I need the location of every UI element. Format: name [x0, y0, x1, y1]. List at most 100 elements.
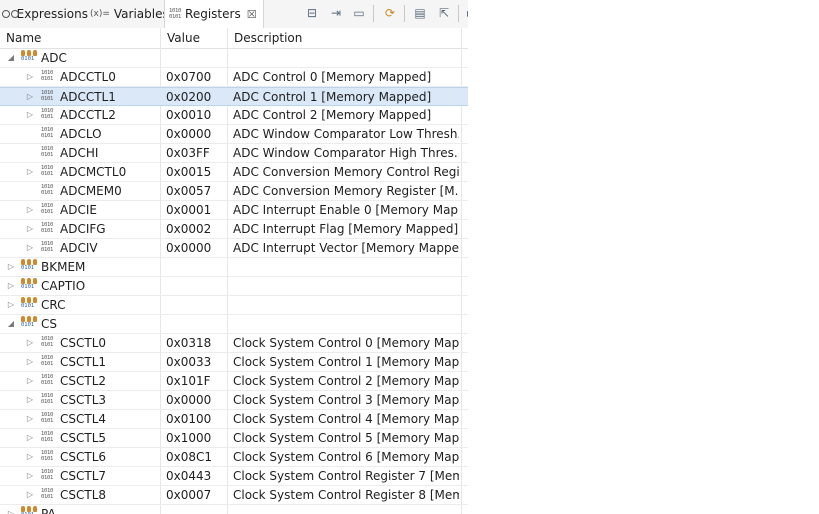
register-value[interactable]: 0x101F [166, 372, 224, 390]
register-description: Clock System Control 4 [Memory Map... [233, 412, 459, 426]
tree-register-row[interactable]: ▷ 1010 0101 CSCTL4 0x0100 Clock System Contro… [0, 410, 468, 429]
tree-group-row[interactable]: ▷ 0101 BKMEM [0, 258, 468, 277]
register-value[interactable] [166, 258, 224, 276]
register-value[interactable]: 0x08C1 [166, 448, 224, 466]
tree-register-row[interactable]: ▷ 1010 0101 ADCCTL1 0x0200 ADC Control 1 [Mem… [0, 87, 468, 106]
register-icon: 1010 0101 [40, 203, 54, 215]
collapse-all-icon[interactable]: ⊟ [304, 5, 320, 21]
toolbar-separator [373, 5, 374, 22]
register-value[interactable]: 0x0000 [166, 391, 224, 409]
tree-group-row[interactable]: ▷ 0101 CRC [0, 296, 468, 315]
tree-group-row[interactable]: ▷ 0101 PA [0, 505, 468, 514]
link-icon[interactable]: ⇥ [328, 5, 344, 21]
register-name: ADCIE [60, 203, 97, 217]
collapsed-twisty-icon[interactable]: ▷ [25, 242, 35, 254]
tree-register-row[interactable]: 1010 0101 ADCLO 0x0000 ADC Window Comparator… [0, 125, 468, 144]
tree-register-row[interactable]: ▷ 1010 0101 ADCCTL0 0x0700 ADC Control 0 [Mem… [0, 68, 468, 87]
register-value[interactable]: 0x0100 [166, 410, 224, 428]
register-value[interactable]: 0x0033 [166, 353, 224, 371]
register-value[interactable]: 0x0700 [166, 68, 224, 86]
tab-registers[interactable]: 1010 0101 Registers ☒ [164, 0, 264, 28]
collapsed-twisty-icon[interactable]: ▷ [6, 299, 16, 311]
register-description: ADC Interrupt Vector [Memory Mappe... [233, 241, 459, 255]
register-value[interactable]: 0x0057 [166, 182, 224, 200]
tree-register-row[interactable]: ▷ 1010 0101 CSCTL1 0x0033 Clock System Contro… [0, 353, 468, 372]
tab-variables[interactable]: (x)= Variables [90, 0, 169, 28]
register-value[interactable]: 0x0007 [166, 486, 224, 504]
tree-group-row[interactable]: ◢ 0101 CS [0, 315, 468, 334]
register-value[interactable]: 0x03FF [166, 144, 224, 162]
collapsed-twisty-icon[interactable]: ▷ [25, 470, 35, 482]
register-value[interactable]: 0x1000 [166, 429, 224, 447]
more-icon[interactable]: ▸ [462, 5, 468, 21]
tree-register-row[interactable]: ▷ 1010 0101 CSCTL0 0x0318 Clock System Contro… [0, 334, 468, 353]
register-value[interactable]: 0x0000 [166, 125, 224, 143]
register-description [233, 277, 459, 295]
minimize-icon[interactable]: ▭ [351, 5, 367, 21]
new-group-icon[interactable]: ▤ [412, 5, 428, 21]
tab-expressions[interactable]: Expressions [2, 0, 88, 28]
column-value[interactable]: Value [161, 28, 228, 48]
column-name[interactable]: Name [0, 28, 161, 48]
collapsed-twisty-icon[interactable]: ▷ [25, 375, 35, 387]
register-value[interactable]: 0x0010 [166, 106, 224, 124]
register-value[interactable] [166, 505, 224, 514]
tree-group-row[interactable]: ▷ 0101 CAPTIO [0, 277, 468, 296]
refresh-icon[interactable]: ⟳ [382, 5, 398, 21]
register-value[interactable] [166, 296, 224, 314]
register-value[interactable] [166, 49, 224, 67]
tree-register-row[interactable]: ▷ 1010 0101 ADCIE 0x0001 ADC Interrupt Enable… [0, 201, 468, 220]
export-icon[interactable]: ⇱ [436, 5, 452, 21]
register-value[interactable]: 0x0001 [166, 201, 224, 219]
register-value[interactable]: 0x0200 [166, 88, 224, 106]
tab-bar: Expressions (x)= Variables 1010 0101 Regi… [0, 0, 468, 29]
collapsed-twisty-icon[interactable]: ▷ [25, 109, 35, 121]
register-icon: 1010 0101 [40, 108, 54, 120]
collapsed-twisty-icon[interactable]: ▷ [6, 508, 16, 514]
register-description [233, 505, 459, 514]
register-value[interactable]: 0x0318 [166, 334, 224, 352]
register-value[interactable] [166, 315, 224, 333]
register-description: ADC Control 0 [Memory Mapped] [233, 70, 432, 84]
collapsed-twisty-icon[interactable]: ▷ [25, 337, 35, 349]
collapsed-twisty-icon[interactable]: ▷ [25, 413, 35, 425]
register-description: ADC Interrupt Flag [Memory Mapped] [233, 222, 459, 236]
tree-register-row[interactable]: ▷ 1010 0101 CSCTL2 0x101F Clock System Contro… [0, 372, 468, 391]
tree-register-row[interactable]: ▷ 1010 0101 ADCIFG 0x0002 ADC Interrupt Flag … [0, 220, 468, 239]
tree-register-row[interactable]: ▷ 1010 0101 ADCIV 0x0000 ADC Interrupt Vector… [0, 239, 468, 258]
collapsed-twisty-icon[interactable]: ▷ [25, 204, 35, 216]
tree-register-row[interactable]: ▷ 1010 0101 ADCMCTL0 0x0015 ADC Conversion Me… [0, 163, 468, 182]
register-value[interactable]: 0x0015 [166, 163, 224, 181]
collapsed-twisty-icon[interactable]: ▷ [25, 71, 35, 83]
register-name: CSCTL3 [60, 393, 107, 407]
expanded-twisty-icon[interactable]: ◢ [6, 52, 16, 64]
collapsed-twisty-icon[interactable]: ▷ [25, 432, 35, 444]
tree-register-row[interactable]: ▷ 1010 0101 CSCTL3 0x0000 Clock System Contro… [0, 391, 468, 410]
toolbar-separator [458, 5, 459, 22]
register-value[interactable] [166, 277, 224, 295]
tree-register-row[interactable]: ▷ 1010 0101 ADCCTL2 0x0010 ADC Control 2 [Mem… [0, 106, 468, 125]
collapsed-twisty-icon[interactable]: ▷ [25, 489, 35, 501]
register-value[interactable]: 0x0000 [166, 239, 224, 257]
expanded-twisty-icon[interactable]: ◢ [6, 318, 16, 330]
tree-group-row[interactable]: ◢ 0101 ADC [0, 49, 468, 68]
tree-register-row[interactable]: ▷ 1010 0101 CSCTL6 0x08C1 Clock System Contro… [0, 448, 468, 467]
tree-register-row[interactable]: 1010 0101 ADCHI 0x03FF ADC Window Comparator… [0, 144, 468, 163]
register-value[interactable]: 0x0443 [166, 467, 224, 485]
collapsed-twisty-icon[interactable]: ▷ [6, 261, 16, 273]
collapsed-twisty-icon[interactable]: ▷ [25, 451, 35, 463]
tree-register-row[interactable]: ▷ 1010 0101 CSCTL7 0x0443 Clock System Contro… [0, 467, 468, 486]
column-description[interactable]: Description [228, 28, 462, 48]
close-tab-icon[interactable]: ☒ [247, 8, 257, 21]
tree-register-row[interactable]: ▷ 1010 0101 CSCTL5 0x1000 Clock System Contro… [0, 429, 468, 448]
collapsed-twisty-icon[interactable]: ▷ [25, 356, 35, 368]
register-value[interactable]: 0x0002 [166, 220, 224, 238]
collapsed-twisty-icon[interactable]: ▷ [25, 91, 35, 103]
collapsed-twisty-icon[interactable]: ▷ [6, 280, 16, 292]
collapsed-twisty-icon[interactable]: ▷ [25, 394, 35, 406]
tree-register-row[interactable]: 1010 0101 ADCMEM0 0x0057 ADC Conversion Memo… [0, 182, 468, 201]
register-name: ADCMCTL0 [60, 165, 127, 179]
collapsed-twisty-icon[interactable]: ▷ [25, 166, 35, 178]
tree-register-row[interactable]: ▷ 1010 0101 CSCTL8 0x0007 Clock System Contro… [0, 486, 468, 505]
collapsed-twisty-icon[interactable]: ▷ [25, 223, 35, 235]
